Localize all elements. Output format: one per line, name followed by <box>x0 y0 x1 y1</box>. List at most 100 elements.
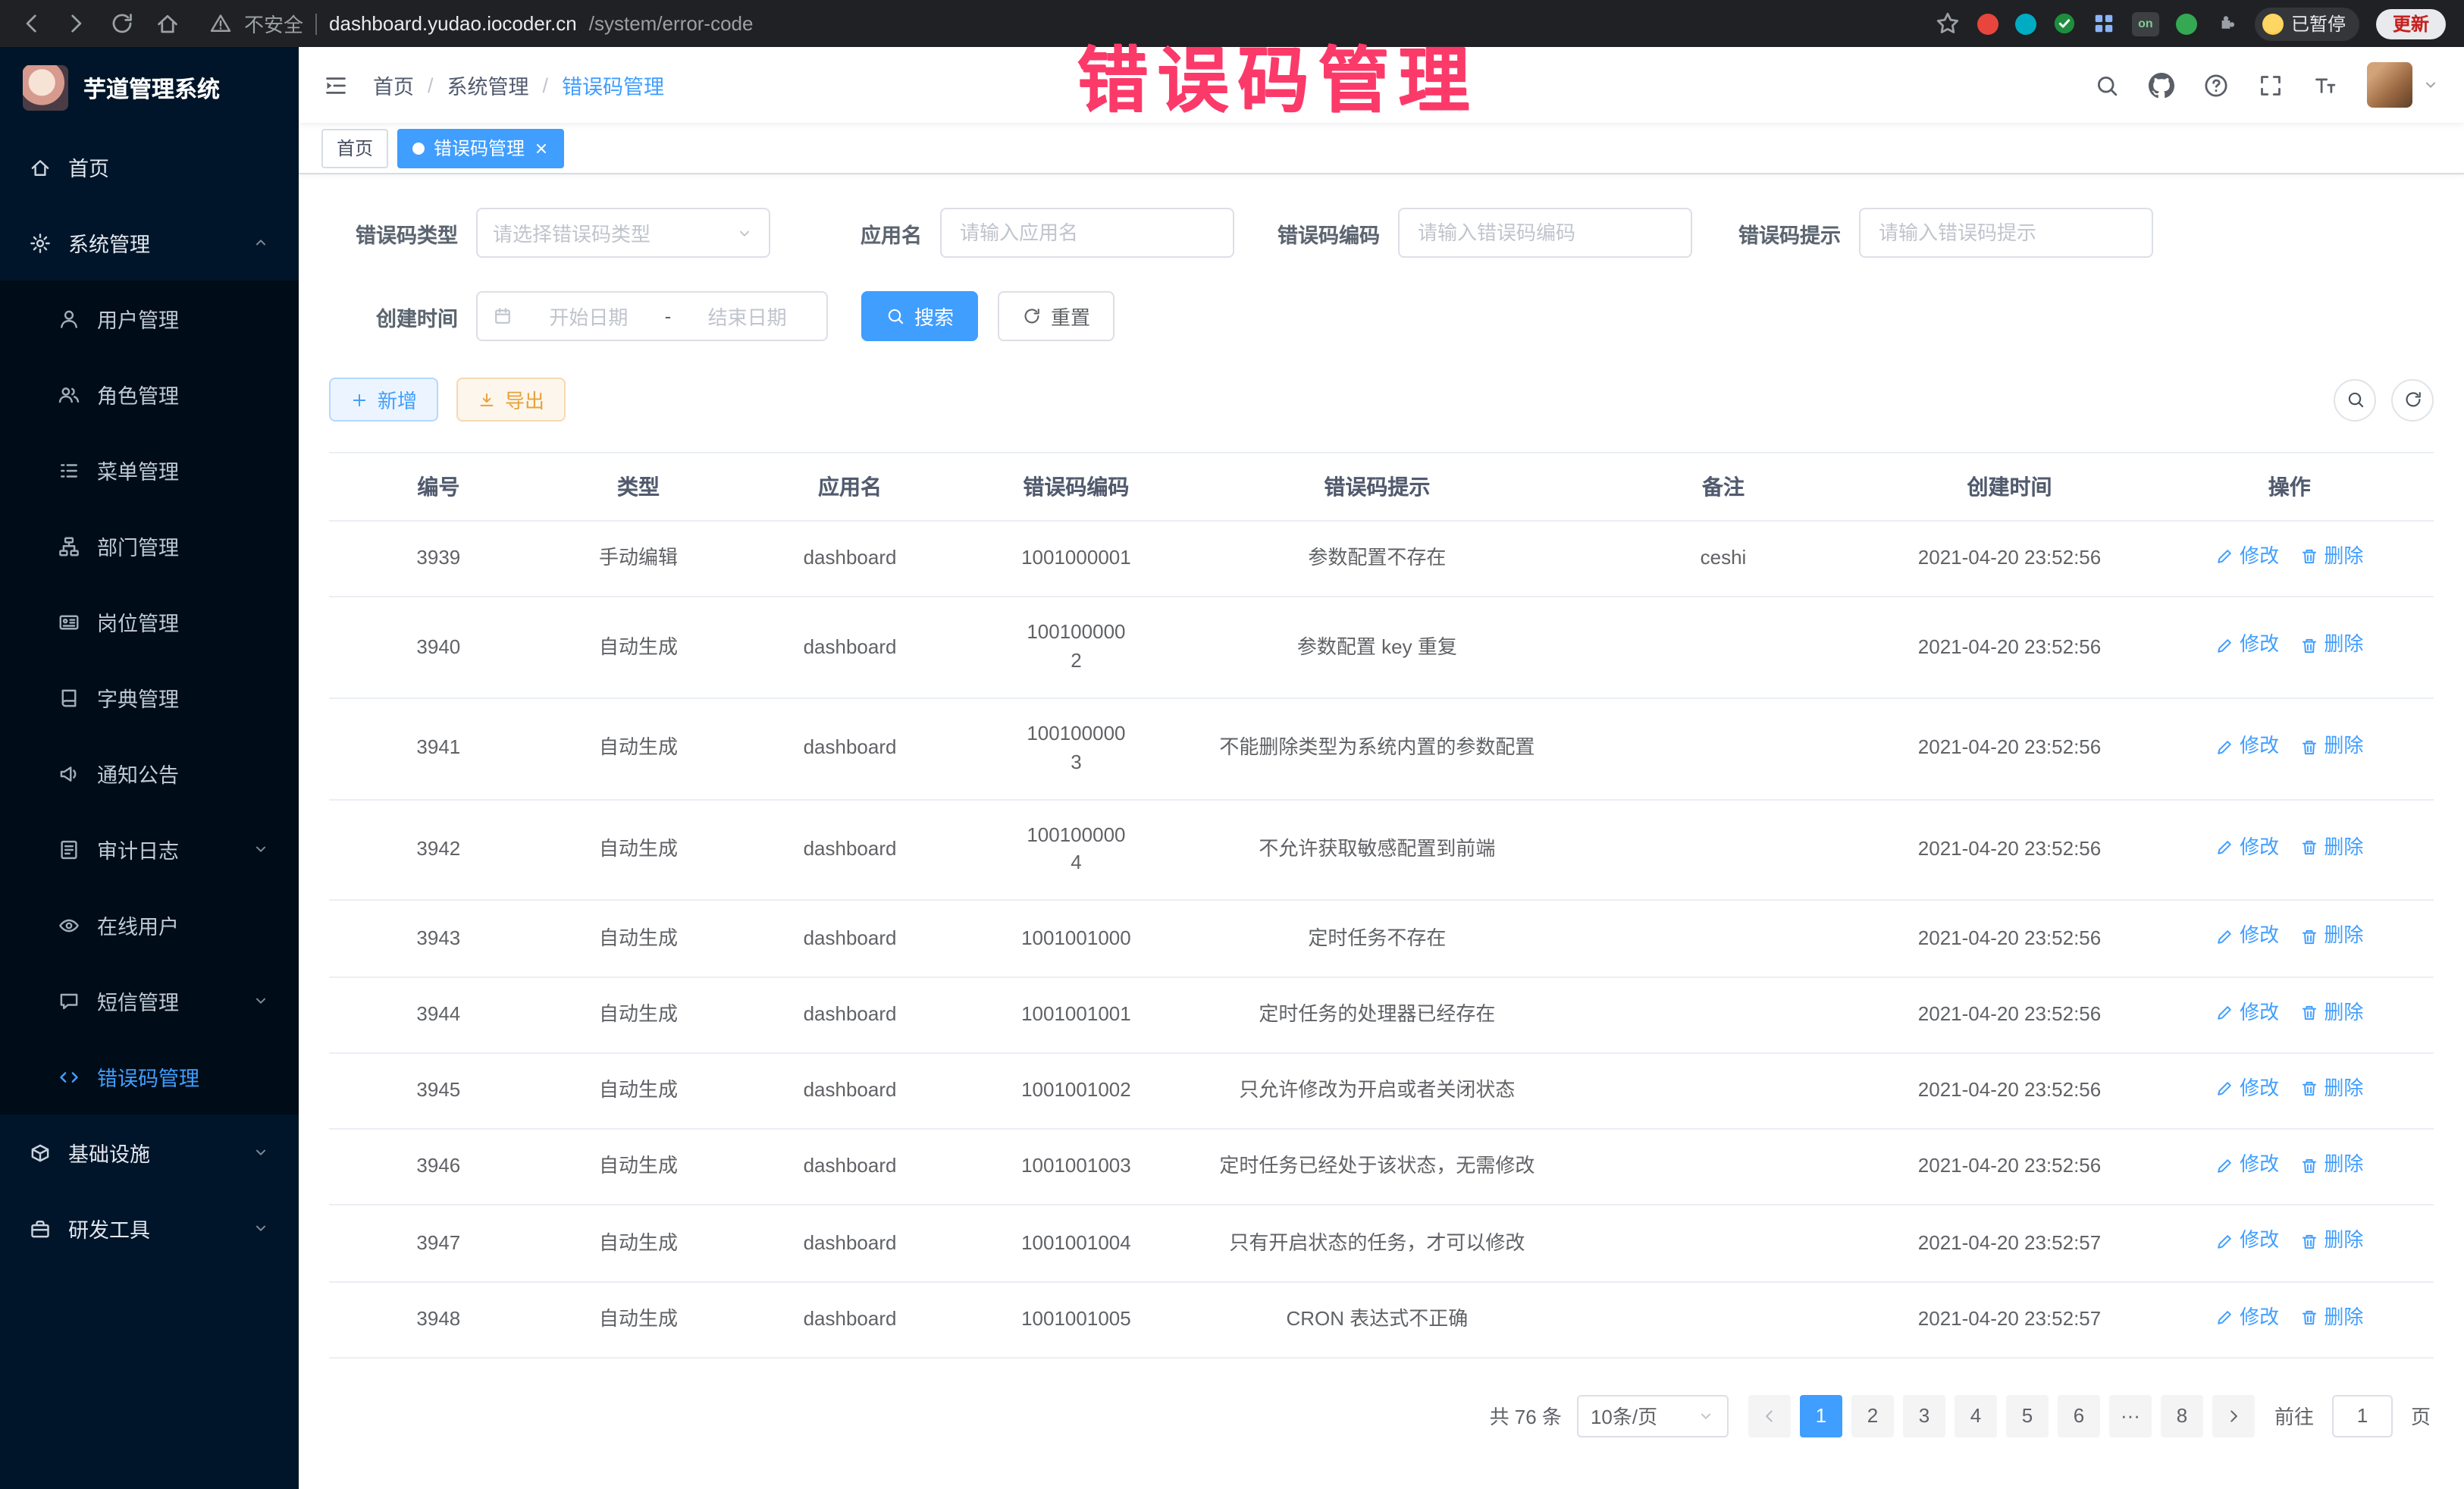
sidebar-item-label: 研发工具 <box>68 1213 150 1243</box>
next-page-button[interactable] <box>2212 1395 2255 1437</box>
browser-reload-icon[interactable] <box>109 11 135 36</box>
breadcrumb-system[interactable]: 系统管理 <box>447 70 529 100</box>
eye-icon <box>58 914 80 936</box>
sidebar-item-error-code-management[interactable]: 错误码管理 <box>0 1039 299 1114</box>
delete-link[interactable]: 删除 <box>2299 923 2363 951</box>
user-menu[interactable] <box>2367 62 2440 108</box>
page-button-4[interactable]: 4 <box>1955 1395 1997 1437</box>
edit-link[interactable]: 修改 <box>2215 1227 2279 1256</box>
close-icon[interactable] <box>534 140 549 155</box>
sidebar-item-infrastructure[interactable]: 基础设施 <box>0 1114 299 1190</box>
sidebar-item-online-users[interactable]: 在线用户 <box>0 887 299 963</box>
error-hint-input[interactable] <box>1859 208 2153 258</box>
hamburger-icon[interactable] <box>323 72 349 98</box>
sidebar-item-dept-management[interactable]: 部门管理 <box>0 508 299 584</box>
sidebar-item-audit-log[interactable]: 审计日志 <box>0 811 299 887</box>
edit-link[interactable]: 修改 <box>2215 923 2279 951</box>
sidebar-item-role-management[interactable]: 角色管理 <box>0 356 299 432</box>
app-name-label: 应用名 <box>770 218 940 248</box>
error-code-input[interactable] <box>1398 208 1692 258</box>
bookmark-star-icon[interactable] <box>1935 11 1961 36</box>
on-badge-extension-icon[interactable]: on <box>2132 11 2159 36</box>
delete-link[interactable]: 删除 <box>2299 1151 2363 1180</box>
delete-link[interactable]: 删除 <box>2299 543 2363 572</box>
fullscreen-icon[interactable] <box>2258 72 2284 98</box>
green-check-extension-icon[interactable] <box>2053 12 2076 35</box>
browser-forward-icon[interactable] <box>64 11 89 36</box>
delete-label: 删除 <box>2324 543 2363 572</box>
security-label[interactable]: 不安全 <box>244 9 303 38</box>
breadcrumb-home[interactable]: 首页 <box>373 70 414 100</box>
goto-page-input[interactable] <box>2332 1395 2393 1437</box>
sidebar-item-menu-management[interactable]: 菜单管理 <box>0 432 299 508</box>
sidebar-item-home[interactable]: 首页 <box>0 129 299 205</box>
more-pages-button[interactable]: ··· <box>2109 1395 2152 1437</box>
sidebar-item-system-management[interactable]: 系统管理 <box>0 205 299 281</box>
page-button-5[interactable]: 5 <box>2006 1395 2049 1437</box>
help-icon[interactable] <box>2203 72 2229 98</box>
create-time-range-picker[interactable]: 开始日期 - 结束日期 <box>476 291 828 341</box>
tab-error-code-management[interactable]: 错误码管理 <box>397 128 564 168</box>
font-size-icon[interactable] <box>2312 72 2338 98</box>
add-button[interactable]: 新增 <box>329 378 438 422</box>
delete-link[interactable]: 删除 <box>2299 1303 2363 1332</box>
book-icon <box>58 686 80 709</box>
reset-button[interactable]: 重置 <box>998 291 1114 341</box>
search-button[interactable]: 搜索 <box>861 291 978 341</box>
browser-back-icon[interactable] <box>18 11 44 36</box>
search-icon[interactable] <box>2094 72 2120 98</box>
sidebar-item-dict-management[interactable]: 字典管理 <box>0 660 299 735</box>
sidebar-item-sms-management[interactable]: 短信管理 <box>0 963 299 1039</box>
cell-memo: ceshi <box>1573 521 1874 597</box>
browser-profile-chip[interactable]: 已暂停 <box>2255 7 2359 40</box>
grid-extension-icon[interactable] <box>2093 12 2115 35</box>
puzzle-extensions-icon[interactable] <box>2214 11 2238 36</box>
refresh-table-button[interactable] <box>2391 378 2434 421</box>
edit-link[interactable]: 修改 <box>2215 998 2279 1027</box>
edit-link[interactable]: 修改 <box>2215 834 2279 863</box>
sidebar-item-dev-tools[interactable]: 研发工具 <box>0 1190 299 1266</box>
page-size-select[interactable]: 10条/页 <box>1577 1395 1729 1437</box>
delete-link[interactable]: 删除 <box>2299 632 2363 660</box>
error-type-select[interactable]: 请选择错误码类型 <box>476 208 770 258</box>
leaf-extension-icon[interactable] <box>2176 13 2197 34</box>
edit-link[interactable]: 修改 <box>2215 543 2279 572</box>
toggle-search-button[interactable] <box>2334 378 2376 421</box>
sidebar-logo-row[interactable]: 芋道管理系统 <box>0 47 299 129</box>
browser-home-icon[interactable] <box>155 11 180 36</box>
red-extension-icon[interactable] <box>1977 13 1998 34</box>
delete-label: 删除 <box>2324 1151 2363 1180</box>
delete-link[interactable]: 删除 <box>2299 732 2363 761</box>
delete-link[interactable]: 删除 <box>2299 1075 2363 1104</box>
tab-home[interactable]: 首页 <box>321 128 388 168</box>
cell-code: 1001000001 <box>971 521 1182 597</box>
delete-link[interactable]: 删除 <box>2299 834 2363 863</box>
teal-extension-icon[interactable] <box>2015 13 2036 34</box>
delete-link[interactable]: 删除 <box>2299 1227 2363 1256</box>
top-navbar: 首页 / 系统管理 / 错误码管理 <box>299 47 2464 123</box>
github-icon[interactable] <box>2149 72 2174 98</box>
sidebar-item-post-management[interactable]: 岗位管理 <box>0 584 299 660</box>
edit-link[interactable]: 修改 <box>2215 1151 2279 1180</box>
edit-link[interactable]: 修改 <box>2215 632 2279 660</box>
create-time-label: 创建时间 <box>329 301 476 331</box>
page-button-2[interactable]: 2 <box>1851 1395 1894 1437</box>
cell-memo <box>1573 901 1874 977</box>
sidebar-item-user-management[interactable]: 用户管理 <box>0 281 299 356</box>
page-button-3[interactable]: 3 <box>1903 1395 1945 1437</box>
edit-link[interactable]: 修改 <box>2215 1075 2279 1104</box>
sidebar-item-notice[interactable]: 通知公告 <box>0 735 299 811</box>
app-name-input[interactable] <box>940 208 1234 258</box>
page-button-6[interactable]: 6 <box>2058 1395 2100 1437</box>
sidebar-item-label: 岗位管理 <box>97 607 179 637</box>
id-card-icon <box>58 610 80 633</box>
prev-page-button[interactable] <box>1748 1395 1791 1437</box>
page-button-1[interactable]: 1 <box>1800 1395 1842 1437</box>
edit-link[interactable]: 修改 <box>2215 1303 2279 1332</box>
edit-link[interactable]: 修改 <box>2215 732 2279 761</box>
chrome-update-button[interactable]: 更新 <box>2376 8 2446 39</box>
delete-link[interactable]: 删除 <box>2299 998 2363 1027</box>
export-button[interactable]: 导出 <box>456 378 566 422</box>
address-bar[interactable]: 不安全 dashboard.yudao.iocoder.cn /system/e… <box>209 9 1915 38</box>
page-button-8[interactable]: 8 <box>2161 1395 2203 1437</box>
